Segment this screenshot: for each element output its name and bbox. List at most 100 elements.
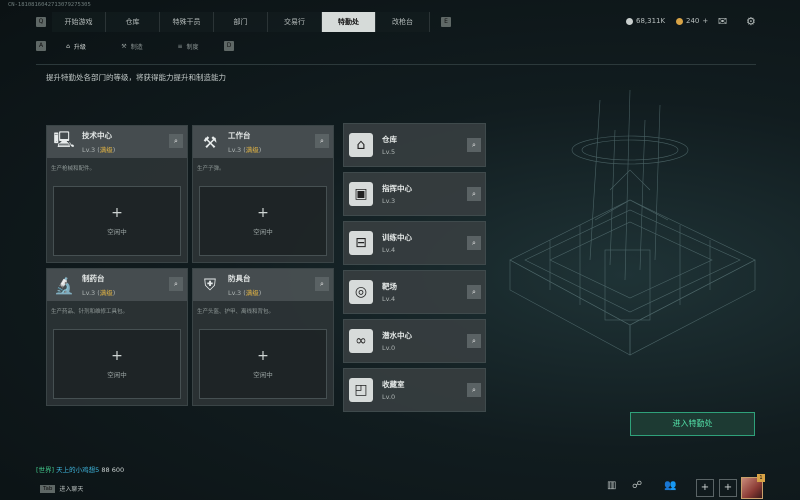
level-value: Lv.3 [82,289,96,297]
nav-tab-4[interactable]: 交易行 [268,12,322,32]
card-level: Lv.3 (满级) [82,146,116,154]
computer-icon: 🖳 [53,129,75,149]
card-header: ⚒ 工作台 Lv.3 (满级) ⌕ [193,126,333,158]
subtab-1[interactable]: ⚒ 制造 [104,42,160,51]
search-icon[interactable]: ⌕ [467,334,481,348]
hammer-wrench-icon: ⚒ [202,132,218,152]
subtab-label: 制度 [186,43,199,51]
card-level: Lv.3 (满级) [228,289,262,297]
facility-row-1[interactable]: ▣ 指挥中心 Lv.3 ⌕ [343,172,486,216]
search-icon[interactable]: ⌕ [169,134,183,148]
slot-status: 空闲中 [253,228,273,236]
search-icon[interactable]: ⌕ [467,138,481,152]
armor-icon: ⛨ [203,275,216,294]
chat-channel: [世界] [36,466,55,474]
search-icon[interactable]: ⌕ [315,277,329,291]
mail-icon[interactable]: ✉ [718,15,727,28]
add-slot-button-1[interactable]: + [696,479,714,497]
search-icon[interactable]: ⌕ [467,383,481,397]
subtab-label: 升级 [73,43,86,51]
nav-tab-5[interactable]: 特勤处 [322,12,376,32]
stats-icon[interactable]: ▥ [607,480,616,491]
microscope-icon: 🔬 [54,275,74,295]
subtab-icon: ⌂ [66,42,70,50]
avatar-badge: 1 [757,474,765,482]
nav-tab-0[interactable]: 开始游戏 [52,12,106,32]
production-slot[interactable]: + 空闲中 [53,186,181,256]
facility-name: 仓库 [382,135,397,144]
currency-1-value: 68,311K [636,17,666,25]
search-icon[interactable]: ⌕ [315,134,329,148]
card-header: 🔬 制药台 Lv.3 (满级) ⌕ [47,269,187,301]
chat-message: 88 600 [101,466,125,474]
target-icon: ◎ [349,280,373,304]
tab-key: Tab [40,484,56,493]
currency-2-add[interactable]: + [702,17,708,25]
subtab-0[interactable]: ⌂ 升级 [48,42,104,51]
slot-status: 空闲中 [253,371,273,379]
plus-icon: + [257,348,269,364]
settings-icon[interactable]: ⚙ [746,15,756,28]
subtab-next-key[interactable]: D [224,41,234,51]
chip-icon: ▣ [349,182,373,206]
enter-facility-button[interactable]: 进入特勤处 [630,412,755,436]
facility-level: Lv.3 [382,197,396,205]
subtab-2[interactable]: ≡ 制度 [160,42,216,51]
nav-tab-6[interactable]: 改枪台 [376,12,430,32]
production-slot[interactable]: + 空闲中 [53,329,181,399]
card-description: 生产子弹。 [197,166,225,172]
search-icon[interactable]: ⌕ [467,285,481,299]
currency-1[interactable]: 68,311K [626,17,665,25]
subtab-prev-key[interactable]: A [36,41,46,51]
friends-icon[interactable]: 👥 [664,480,676,491]
facility-card-0[interactable]: 🖳 技术中心 Lv.3 (满级) ⌕ 生产枪械和配件。 + 空闲中 [46,125,188,263]
nav-next-key[interactable]: E [441,17,451,27]
card-description: 生产枪械和配件。 [51,166,96,172]
card-level: Lv.3 (满级) [82,289,116,297]
facility-name: 训练中心 [382,233,412,242]
chat-line[interactable]: [世界] 天上的小鸡想5 88 600 [36,464,124,474]
facility-level: Lv.4 [382,246,396,254]
card-name: 技术中心 [82,131,112,140]
card-name: 制药台 [82,274,105,283]
facility-card-2[interactable]: 🔬 制药台 Lv.3 (满级) ⌕ 生产药品、针剂和维修工具包。 + 空闲中 [46,268,188,406]
subtab-label: 制造 [130,43,143,51]
search-icon[interactable]: ⌕ [169,277,183,291]
currency-2[interactable]: 240 + [676,17,708,25]
facility-level: Lv.0 [382,344,396,352]
chat-user[interactable]: 天上的小鸡想5 [56,466,99,474]
plus-icon: + [257,205,269,221]
card-description: 生产头盔、护甲、离线和背包。 [197,309,275,315]
chat-open-hint[interactable]: Tab 进入聊天 [40,484,83,493]
level-value: Lv.3 [228,146,242,154]
page-description: 提升特勤处各部门的等级，将获得能力提升和制造能力 [46,73,226,82]
currency-2-value: 240 [686,17,700,25]
level-state: 满级 [99,146,113,154]
nav-tab-2[interactable]: 特殊干员 [160,12,214,32]
level-state: 满级 [245,146,259,154]
header-divider [36,64,756,65]
facility-name: 靶场 [382,282,397,291]
search-icon[interactable]: ⌕ [467,236,481,250]
production-slot[interactable]: + 空闲中 [199,329,327,399]
warehouse-icon: ⌂ [349,133,373,157]
facility-row-2[interactable]: ⊟ 训练中心 Lv.4 ⌕ [343,221,486,265]
facility-row-4[interactable]: ∞ 潜水中心 Lv.0 ⌕ [343,319,486,363]
facility-row-3[interactable]: ◎ 靶场 Lv.4 ⌕ [343,270,486,314]
add-slot-button-2[interactable]: + [719,479,737,497]
facility-row-0[interactable]: ⌂ 仓库 Lv.5 ⌕ [343,123,486,167]
facility-row-5[interactable]: ◰ 收藏室 Lv.0 ⌕ [343,368,486,412]
facility-card-1[interactable]: ⚒ 工作台 Lv.3 (满级) ⌕ 生产子弹。 + 空闲中 [192,125,334,263]
facility-level: Lv.5 [382,148,396,156]
subtab-icon: ≡ [177,42,183,50]
coin-icon [626,17,633,25]
search-icon[interactable]: ⌕ [467,187,481,201]
facility-card-3[interactable]: ⛨ 防具台 Lv.3 (满级) ⌕ 生产头盔、护甲、离线和背包。 + 空闲中 [192,268,334,406]
production-slot[interactable]: + 空闲中 [199,186,327,256]
nav-tab-3[interactable]: 部门 [214,12,268,32]
tab-hint-label: 进入聊天 [59,486,84,493]
nav-prev-key[interactable]: Q [36,17,46,27]
nav-tab-1[interactable]: 仓库 [106,12,160,32]
card-level: Lv.3 (满级) [228,146,262,154]
antenna-icon[interactable]: ☍ [632,480,642,491]
